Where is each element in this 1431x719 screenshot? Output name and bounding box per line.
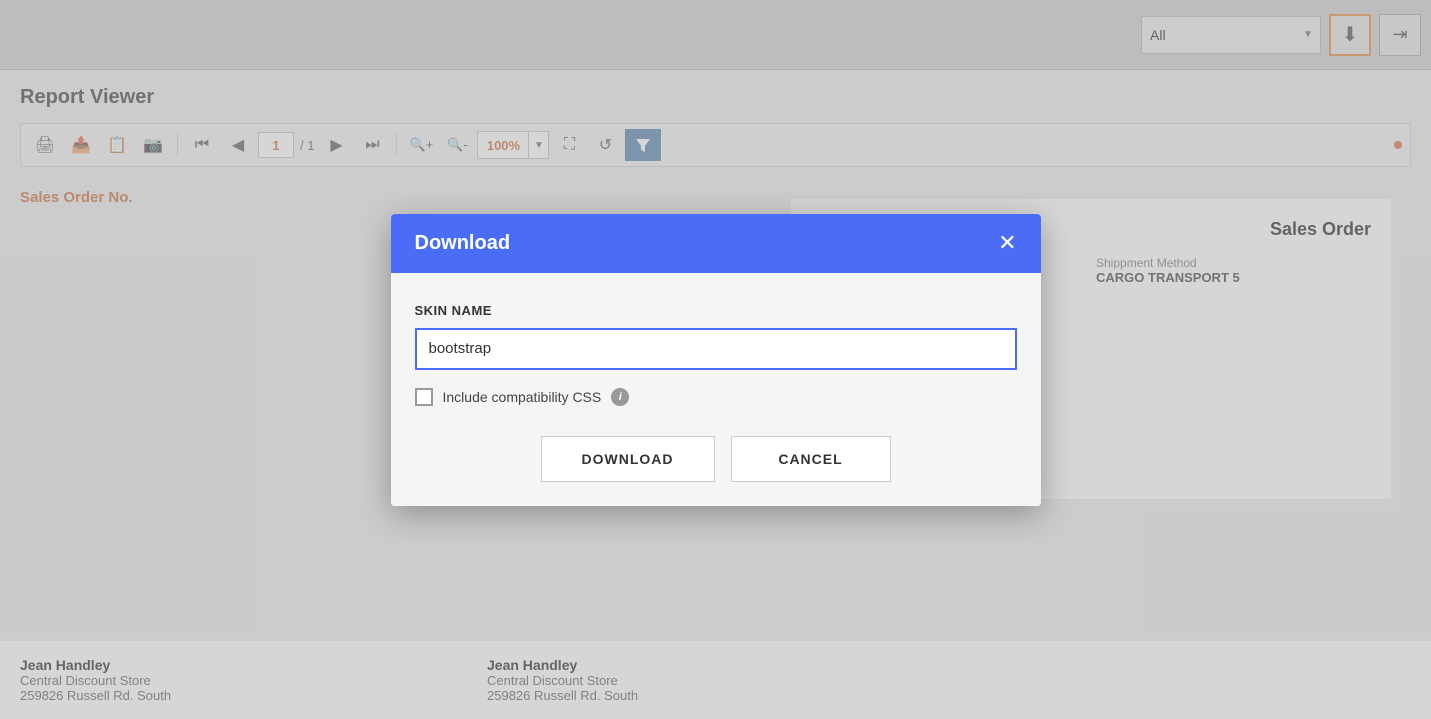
- compatibility-label: Include compatibility CSS: [443, 389, 602, 405]
- skin-name-input[interactable]: [415, 328, 1017, 370]
- download-button[interactable]: DOWNLOAD: [541, 436, 715, 482]
- compatibility-checkbox[interactable]: [415, 388, 433, 406]
- compatibility-checkbox-row: Include compatibility CSS i: [415, 388, 1017, 406]
- modal-title: Download: [415, 232, 511, 255]
- download-modal: Download ✕ SKIN NAME Include compatibili…: [391, 214, 1041, 506]
- cancel-button[interactable]: CANCEL: [731, 436, 891, 482]
- modal-body: SKIN NAME Include compatibility CSS i DO…: [391, 273, 1041, 506]
- info-icon[interactable]: i: [611, 388, 629, 406]
- skin-name-label: SKIN NAME: [415, 303, 1017, 318]
- modal-header: Download ✕: [391, 214, 1041, 273]
- modal-footer: DOWNLOAD CANCEL: [415, 436, 1017, 482]
- modal-close-button[interactable]: ✕: [998, 232, 1016, 254]
